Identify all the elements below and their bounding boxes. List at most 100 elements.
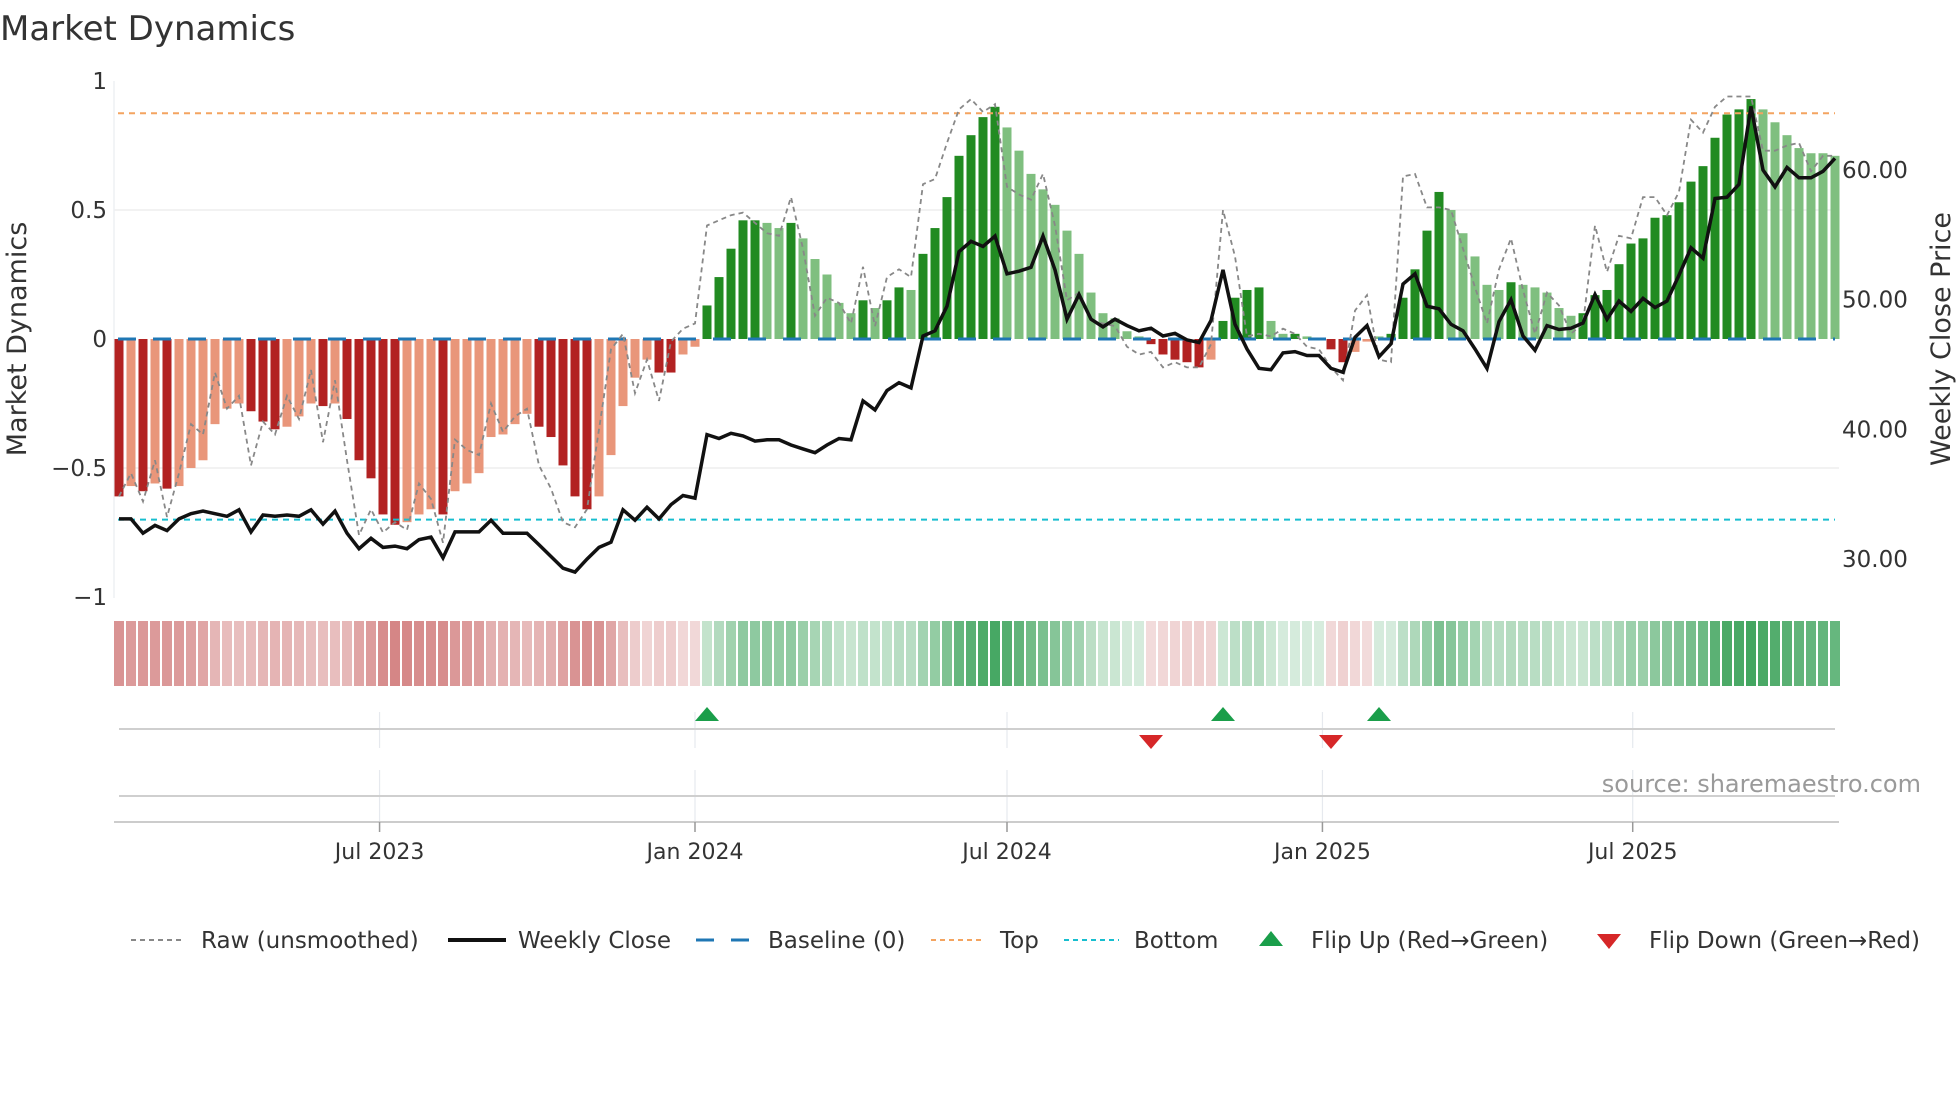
heat-strip-cell bbox=[1194, 621, 1204, 686]
heat-strip-cell bbox=[1494, 621, 1504, 686]
heat-strip-cell bbox=[1314, 621, 1324, 686]
heat-strip-cell bbox=[606, 621, 616, 686]
momentum-bar bbox=[234, 339, 244, 404]
momentum-bar bbox=[834, 302, 844, 339]
momentum-bar bbox=[894, 287, 904, 339]
heat-strip-cell bbox=[1566, 621, 1576, 686]
heat-strip-cell bbox=[270, 621, 280, 686]
heat-strip-cell bbox=[894, 621, 904, 686]
heat-strip-cell bbox=[1254, 621, 1264, 686]
heat-strip-cell bbox=[402, 621, 412, 686]
momentum-bar bbox=[1182, 339, 1192, 363]
momentum-bar bbox=[1806, 153, 1816, 339]
heat-strip-cell bbox=[618, 621, 628, 686]
heat-strip-cell bbox=[558, 621, 568, 686]
flip-up-marker bbox=[695, 707, 719, 721]
heat-strip-cell bbox=[930, 621, 940, 686]
heat-strip-cell bbox=[366, 621, 376, 686]
heat-strip-cell bbox=[570, 621, 580, 686]
momentum-bar bbox=[510, 339, 520, 425]
heat-strip-cell bbox=[114, 621, 124, 686]
momentum-bar bbox=[426, 339, 436, 510]
momentum-bar bbox=[702, 305, 712, 339]
heat-strip-cell bbox=[1746, 621, 1756, 686]
heat-strip-cell bbox=[714, 621, 724, 686]
left-tick-label: −0.5 bbox=[51, 456, 107, 482]
heat-strip-cell bbox=[1290, 621, 1300, 686]
momentum-bar bbox=[174, 339, 184, 487]
heat-strip-cell bbox=[1674, 621, 1684, 686]
heat-strip-cell bbox=[462, 621, 472, 686]
heat-strip-cell bbox=[426, 621, 436, 686]
momentum-bar bbox=[1758, 109, 1768, 339]
momentum-bar bbox=[750, 220, 760, 339]
momentum-bar bbox=[630, 339, 640, 378]
heat-strip-cell bbox=[342, 621, 352, 686]
heat-strip-cell bbox=[846, 621, 856, 686]
momentum-bar bbox=[762, 222, 772, 339]
heat-strip-cell bbox=[1158, 621, 1168, 686]
heat-strip-cell bbox=[1050, 621, 1060, 686]
legend-flip-up-icon bbox=[1259, 931, 1283, 946]
momentum-bar bbox=[138, 339, 148, 492]
momentum-bar bbox=[462, 339, 472, 484]
heat-strip-cell bbox=[1350, 621, 1360, 686]
heat-strip-cell bbox=[1062, 621, 1072, 686]
heat-strip-cell bbox=[582, 621, 592, 686]
heat-strip-cell bbox=[1542, 621, 1552, 686]
heat-strip-cell bbox=[822, 621, 832, 686]
momentum-bar bbox=[906, 289, 916, 339]
source-label: source: sharemaestro.com bbox=[1602, 770, 1921, 798]
momentum-bar bbox=[942, 197, 952, 339]
momentum-bar bbox=[714, 277, 724, 339]
heat-strip-cell bbox=[1014, 621, 1024, 686]
heat-strip-cell bbox=[1338, 621, 1348, 686]
heat-strip-cell bbox=[1722, 621, 1732, 686]
heat-strip-cell bbox=[1302, 621, 1312, 686]
heat-strip-cell bbox=[1410, 621, 1420, 686]
momentum-bar bbox=[1686, 181, 1696, 339]
heat-strip-cell bbox=[414, 621, 424, 686]
momentum-bar bbox=[594, 339, 604, 497]
momentum-bar bbox=[882, 300, 892, 339]
momentum-bars bbox=[114, 99, 1840, 525]
momentum-bar bbox=[1038, 189, 1048, 339]
heat-strip-cell bbox=[1386, 621, 1396, 686]
left-axis-ticks: 1 0.5 0 −0.5 −1 bbox=[51, 69, 107, 611]
heat-strip-cell bbox=[1482, 621, 1492, 686]
x-axis: Jul 2023 Jan 2024 Jul 2024 Jan 2025 Jul 2025 bbox=[114, 821, 1839, 865]
heat-strip-cell bbox=[1230, 621, 1240, 686]
heat-strip-cell bbox=[978, 621, 988, 686]
momentum-bar bbox=[114, 339, 124, 497]
heat-strip-cell bbox=[1470, 621, 1480, 686]
momentum-bar bbox=[642, 339, 652, 360]
heat-strip-cell bbox=[702, 621, 712, 686]
heat-strip-cell bbox=[186, 621, 196, 686]
legend-top-label: Top bbox=[999, 928, 1039, 954]
momentum-bar bbox=[1434, 191, 1444, 339]
momentum-bar bbox=[330, 339, 340, 404]
heat-strip-cell bbox=[498, 621, 508, 686]
heat-strip-cell bbox=[1038, 621, 1048, 686]
momentum-bar bbox=[558, 339, 568, 466]
x-tick-label: Jul 2025 bbox=[1586, 840, 1678, 865]
heat-strip-cell bbox=[966, 621, 976, 686]
momentum-bar bbox=[1122, 331, 1132, 339]
momentum-bar bbox=[1326, 339, 1336, 350]
heat-strip-cell bbox=[1398, 621, 1408, 686]
heat-strip-cell bbox=[666, 621, 676, 686]
heat-strip-cell bbox=[858, 621, 868, 686]
heat-strip-cell bbox=[522, 621, 532, 686]
heat-strip-cell bbox=[474, 621, 484, 686]
heat-strip-cell bbox=[1806, 621, 1816, 686]
chart-title: Market Dynamics bbox=[0, 9, 295, 49]
heat-strip-cell bbox=[138, 621, 148, 686]
flip-up-marker bbox=[1211, 707, 1235, 721]
heat-strip-cell bbox=[306, 621, 316, 686]
heat-strip-cell bbox=[1590, 621, 1600, 686]
momentum-bar bbox=[1650, 217, 1660, 339]
heat-strip-cell bbox=[282, 621, 292, 686]
heat-strip-cell bbox=[1650, 621, 1660, 686]
momentum-bar bbox=[654, 339, 664, 373]
momentum-bar bbox=[1218, 320, 1228, 339]
